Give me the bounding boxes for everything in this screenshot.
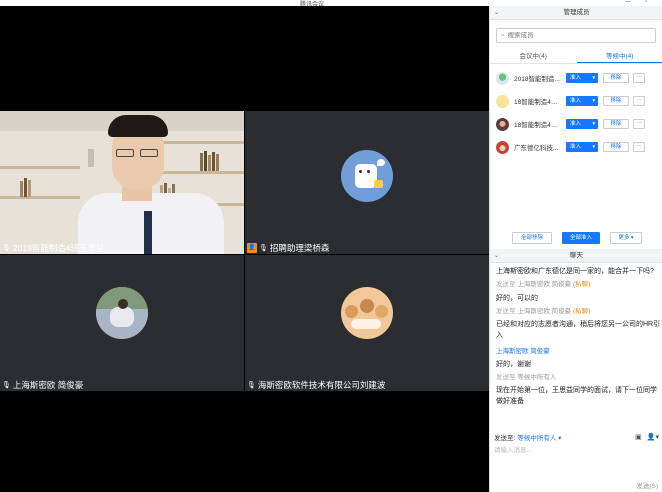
chat-message-meta: 发送至 上海斯密欧 简俊豪 (私聊) (496, 281, 591, 288)
chat-message: 好的，谢谢 (496, 361, 531, 368)
chevron-down-icon[interactable]: ⌄ (494, 249, 499, 263)
admit-button[interactable]: 准入 ▼ (566, 96, 598, 106)
waiting-member-row: 18智能制造4班... 准入 ▼ 移除 ··· (496, 93, 661, 109)
search-input[interactable] (507, 32, 648, 39)
remove-button[interactable]: 移除 (603, 142, 629, 152)
webcam-feed (0, 111, 244, 254)
image-icon[interactable]: ▣ (635, 433, 642, 441)
caret-down-icon: ▼ (591, 98, 596, 103)
participant-avatar (96, 287, 148, 339)
waiting-member-row: 2018智能制造... 准入 ▼ 移除 ··· (496, 70, 661, 86)
remove-all-button[interactable]: 全部移除 (512, 232, 552, 244)
admit-button[interactable]: 准入 ▼ (566, 73, 598, 83)
video-tile-2[interactable]: 👤 🎙 招聘助理梁桥森 (245, 111, 489, 254)
more-actions-button[interactable]: 更多 ▾ (610, 232, 642, 244)
caret-down-icon: ▼ (591, 144, 596, 149)
remove-button[interactable]: 移除 (603, 119, 629, 129)
host-badge-icon: 👤 (247, 243, 257, 253)
caret-down-icon: ▾ (630, 235, 634, 241)
user-settings-icon[interactable]: 👤▾ (647, 433, 659, 441)
video-tile-4[interactable]: 🎙 海斯密欧软件技术有限公司刘建波 (245, 255, 489, 391)
photo-avatar-icon (496, 117, 509, 131)
chat-message: 好的，可以的 (496, 295, 538, 302)
caret-down-icon: ▼ (591, 75, 596, 80)
admit-button[interactable]: 准入 ▼ (566, 142, 598, 152)
video-tile-1[interactable]: 🎙 2018智能制造4班王思益 (0, 111, 244, 254)
chat-header[interactable]: ⌄ 聊天 (490, 249, 662, 263)
member-tabs: 会议中(4) 等候中(4) (490, 50, 662, 64)
participant-name: 👤 🎙 招聘助理梁桥森 (247, 243, 330, 253)
send-to-bar: 发送至: 等候中所有人 ▾ ▣ 👤▾ (494, 432, 659, 442)
microphone-icon: 🎙 (247, 382, 256, 389)
chat-message: 已经和对应的志愿者沟通，稍后将您另一公司的HR引入 (496, 321, 661, 339)
microphone-icon: 🎙 (2, 245, 11, 252)
send-button[interactable]: 发送(S) (636, 480, 658, 490)
maximize-icon[interactable]: ▫ (645, 0, 647, 5)
remove-button[interactable]: 移除 (603, 96, 629, 106)
chat-input[interactable]: 请输入消息... (494, 444, 532, 454)
caret-down-icon: ▼ (591, 121, 596, 126)
caret-down-icon: ▾ (558, 435, 562, 442)
chevron-down-icon[interactable]: ⌄ (494, 6, 499, 20)
members-header[interactable]: ⌄ 管理成员 (490, 6, 662, 20)
waiting-member-row: 18智能制造4班... 准入 ▼ 移除 ··· (496, 116, 661, 132)
waiting-member-row: 广东德亿科技... 准入 ▼ 移除 ··· (496, 139, 661, 155)
video-tile-3[interactable]: 🎙 上海斯密欧 简俊豪 (0, 255, 244, 391)
cartoon-avatar-icon (496, 94, 509, 108)
participant-name: 🎙 2018智能制造4班王思益 (2, 243, 105, 253)
microphone-icon: 🎙 (2, 382, 11, 389)
tab-waiting[interactable]: 等候中(4) (576, 50, 662, 63)
minimize-icon[interactable]: — (625, 0, 631, 5)
participant-name: 🎙 海斯密欧软件技术有限公司刘建波 (247, 380, 386, 390)
admit-button[interactable]: 准入 ▼ (566, 119, 598, 129)
participant-avatar (341, 150, 393, 202)
tab-in-meeting[interactable]: 会议中(4) (490, 50, 577, 63)
participant-name: 🎙 上海斯密欧 简俊豪 (2, 380, 84, 390)
participant-avatar (341, 287, 393, 339)
send-to-selector[interactable]: 等候中所有人 ▾ (517, 432, 561, 442)
more-options-button[interactable]: ··· (633, 142, 645, 152)
more-options-button[interactable]: ··· (633, 96, 645, 106)
search-icon: ⌕ (501, 31, 505, 39)
girl-avatar-icon (496, 140, 509, 154)
chat-sender[interactable]: 上海斯密欧 简俊豪 (496, 346, 661, 357)
more-options-button[interactable]: ··· (633, 119, 645, 129)
remove-button[interactable]: 移除 (603, 73, 629, 83)
video-grid: 🎙 2018智能制造4班王思益 👤 🎙 招聘助理梁桥森 🎙 上海斯密欧 简俊豪 … (0, 6, 489, 492)
landscape-avatar-icon (496, 71, 509, 85)
chat-message-meta: 发送至 等候中所有人 (496, 374, 557, 381)
microphone-icon: 🎙 (259, 245, 268, 252)
more-options-button[interactable]: ··· (633, 73, 645, 83)
chat-message: 现在开始第一位，王思益同学的面试，请下一位同学做好准备 (496, 387, 657, 405)
member-search[interactable]: ⌕ (496, 28, 656, 43)
admit-all-button[interactable]: 全部准入 (562, 232, 600, 244)
chat-message-meta: 发送至 上海斯密欧 简俊豪 (私聊) (496, 308, 591, 315)
side-panel: ⌄ 管理成员 ⌕ 会议中(4) 等候中(4) 2018智能制造... 准入▼ 移… (489, 6, 662, 492)
chat-message: 上海斯密欧和广东德亿是同一家的，能合并一下吗? (496, 268, 654, 275)
